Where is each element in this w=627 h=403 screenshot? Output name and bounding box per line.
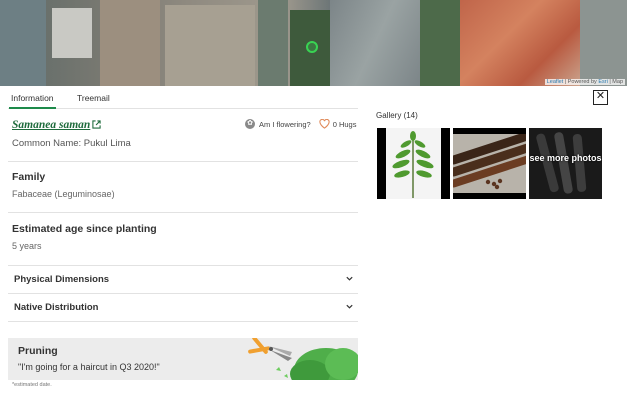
map-green-strip <box>258 0 288 86</box>
seed-pod-photo-icon <box>453 134 526 190</box>
pruning-shears-illustration <box>248 338 358 380</box>
tab-information[interactable]: Information <box>9 93 56 109</box>
tab-treemail[interactable]: Treemail <box>77 93 110 103</box>
tree-actions: ✿ Am I flowering? 0 Hugs <box>245 119 356 129</box>
divider <box>8 161 358 162</box>
see-more-photos-button[interactable]: see more photos <box>529 128 602 199</box>
gallery-thumbnail[interactable] <box>377 128 450 199</box>
flowering-button[interactable]: Am I flowering? <box>259 120 311 129</box>
species-link[interactable]: Samanea saman <box>12 119 101 131</box>
map-view[interactable]: Leaflet | Powered by Esri | Map <box>0 0 627 86</box>
common-name: Common Name: Pukul Lima <box>12 138 131 149</box>
species-name: Samanea saman <box>12 119 91 131</box>
native-distribution-label: Native Distribution <box>14 302 99 313</box>
pruning-quote: "I'm going for a haircut in Q3 2020!" <box>18 362 160 372</box>
pruning-title: Pruning <box>18 345 58 357</box>
age-value: 5 years <box>12 241 42 251</box>
info-tabs: Information Treemail <box>8 90 358 109</box>
attribution-suffix: | Map <box>609 79 623 85</box>
map-building <box>52 8 92 58</box>
family-title: Family <box>12 171 46 183</box>
map-building-left <box>0 0 46 86</box>
family-value: Fabaceae (Leguminosae) <box>12 189 115 199</box>
chevron-down-icon <box>346 304 353 309</box>
leaflet-link[interactable]: Leaflet <box>547 79 564 85</box>
estimated-date-note: *estimated date. <box>12 382 52 388</box>
map-highway <box>330 0 420 86</box>
gallery-thumbnail[interactable] <box>453 128 526 199</box>
hug-count: 0 Hugs <box>332 119 357 129</box>
native-distribution-accordion[interactable]: Native Distribution <box>8 294 358 320</box>
map-construction-site <box>165 5 255 86</box>
divider <box>8 321 358 322</box>
hug-button[interactable]: 0 Hugs <box>319 119 357 129</box>
chevron-down-icon <box>346 276 353 281</box>
physical-dimensions-accordion[interactable]: Physical Dimensions <box>8 266 358 292</box>
see-more-label: see more photos <box>529 153 602 163</box>
tree-location-marker[interactable] <box>306 41 318 53</box>
age-title: Estimated age since planting <box>12 223 157 235</box>
gallery-title: Gallery (14) <box>376 111 418 120</box>
map-rooftops <box>460 0 580 86</box>
physical-dimensions-label: Physical Dimensions <box>14 274 110 285</box>
map-construction-site <box>100 0 160 86</box>
leaf-photo-icon <box>392 131 434 198</box>
divider <box>8 212 358 213</box>
map-street <box>580 0 627 86</box>
esri-link[interactable]: Esri <box>598 79 607 85</box>
map-trees <box>420 0 460 86</box>
heart-icon <box>319 119 330 129</box>
close-button[interactable]: ✕ <box>593 90 608 105</box>
pruning-card: Pruning "I'm going for a haircut in Q3 2… <box>8 338 358 380</box>
map-attribution: Leaflet | Powered by Esri | Map <box>544 79 625 85</box>
external-link-icon <box>92 120 101 129</box>
attribution-separator: | Powered by <box>564 79 597 85</box>
flower-icon[interactable]: ✿ <box>245 119 255 129</box>
